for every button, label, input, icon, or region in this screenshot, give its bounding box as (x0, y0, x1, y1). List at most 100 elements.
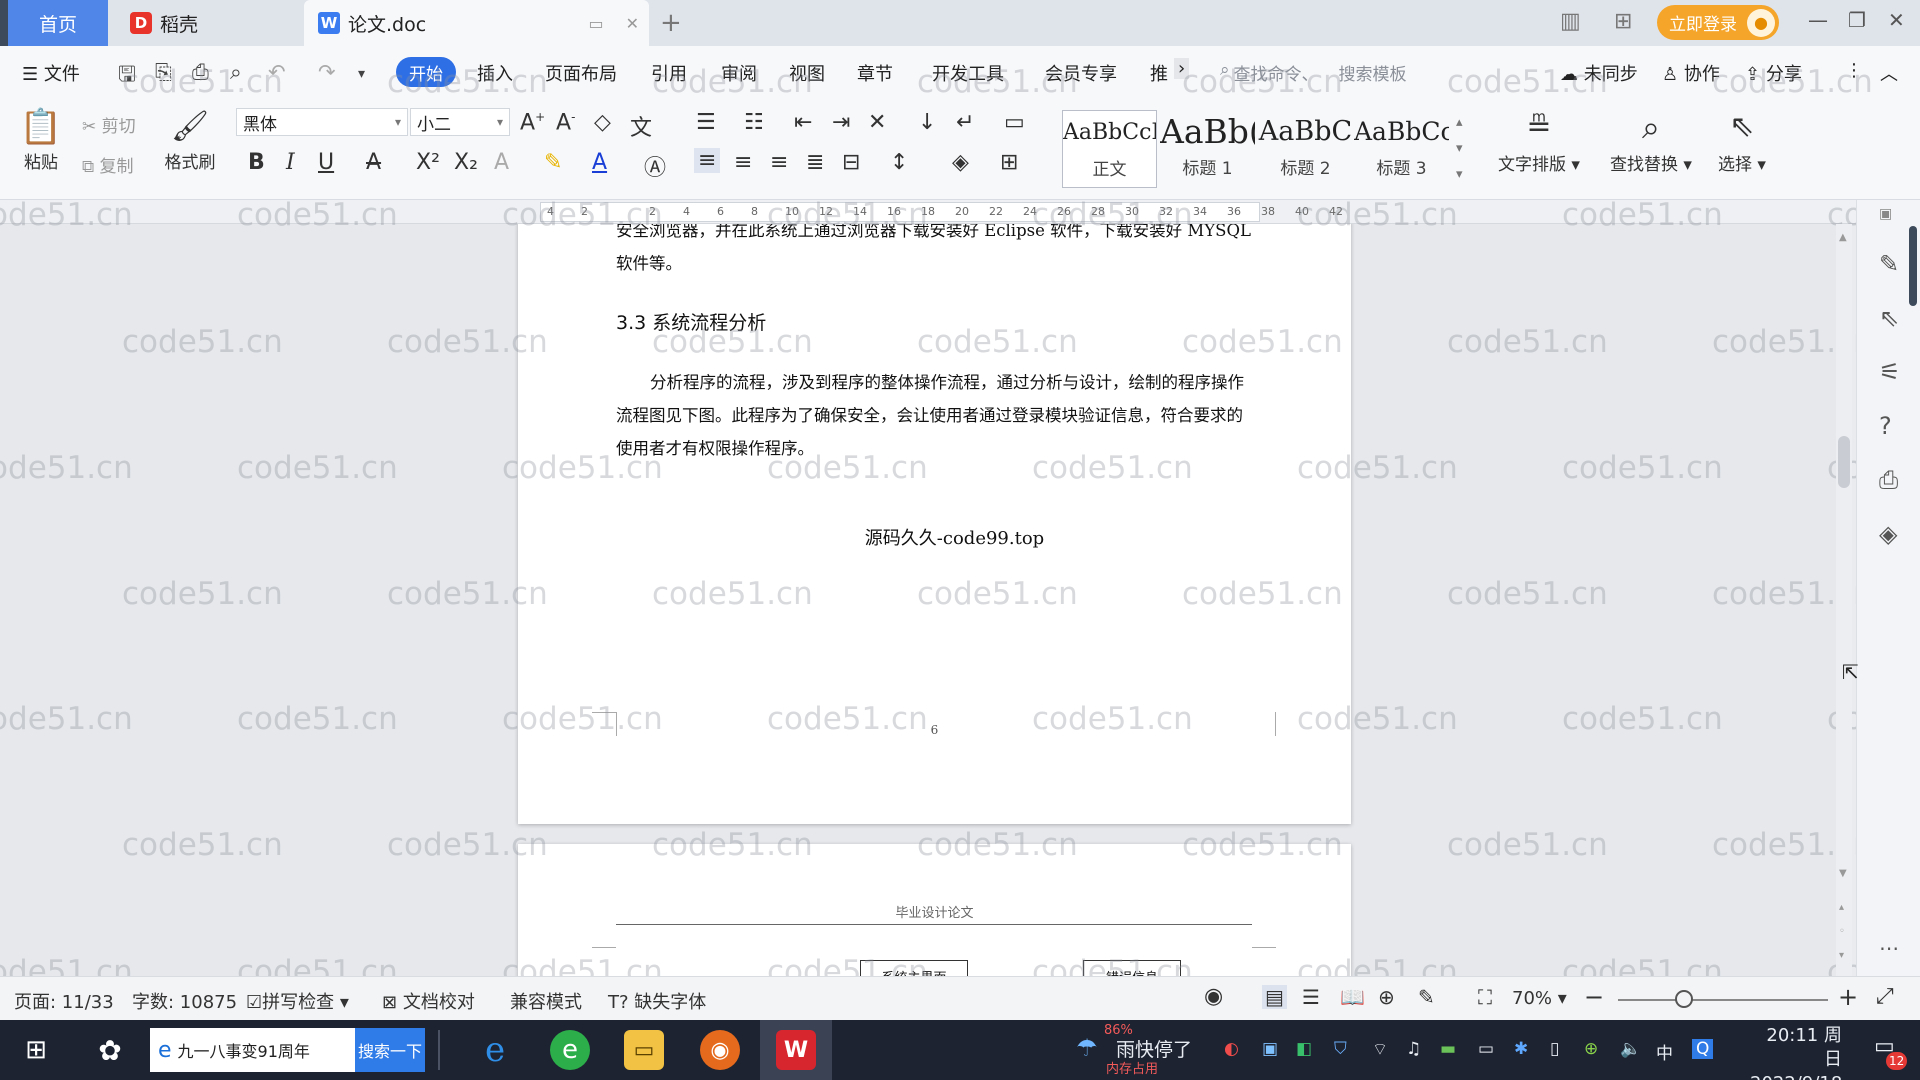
more-options-icon[interactable]: ⋮ (1845, 60, 1863, 81)
tray-app-icon[interactable]: ◧ (1296, 1039, 1312, 1059)
share-button[interactable]: ⇪ 分享 (1745, 60, 1802, 86)
minimize-icon[interactable]: — (1808, 8, 1828, 32)
pointer-icon[interactable]: ⇖ (1879, 304, 1899, 332)
scrollbar-thumb[interactable] (1838, 436, 1850, 488)
scroll-up-icon[interactable]: ▲ (1839, 232, 1847, 243)
web-view-icon[interactable]: ⊕ (1378, 985, 1395, 1009)
clock[interactable]: 20:11 周日 2022/9/18 (1750, 1024, 1842, 1080)
spell-check-button[interactable]: ☑拼写检查 ▾ (246, 988, 349, 1014)
select-button[interactable]: ⇖ 选择 ▾ (1712, 104, 1772, 175)
collapse-ribbon-icon[interactable]: ︿ (1880, 60, 1898, 86)
app-launcher-icon[interactable]: ✿ (90, 1030, 130, 1070)
menu-recommend[interactable]: 推 (1150, 60, 1168, 86)
paste-button[interactable]: 📋 粘贴 (16, 106, 66, 173)
ime-indicator[interactable]: 中 (1656, 1039, 1673, 1064)
zoom-slider-handle[interactable] (1675, 990, 1693, 1008)
zoom-slider[interactable] (1618, 999, 1828, 1001)
more-icon[interactable]: ⋯ (1879, 936, 1899, 960)
text-layout-button[interactable]: ≞ 文字排版 ▾ (1494, 104, 1584, 175)
restore-icon[interactable]: ❐ (1848, 8, 1866, 32)
format-painter-button[interactable]: 🖌 格式刷 (162, 106, 218, 173)
bluetooth-icon[interactable]: ✱ (1514, 1039, 1528, 1059)
search-go-button[interactable]: 搜索一下 (355, 1028, 425, 1072)
align-center-icon[interactable]: ≡ (734, 150, 752, 175)
subscript-icon[interactable]: X₂ (454, 150, 478, 175)
chinese-layout-icon[interactable]: ✕ (868, 110, 886, 135)
menu-chapter[interactable]: 章节 (857, 60, 893, 86)
menu-more-chevron-icon[interactable]: › (1174, 58, 1190, 79)
distribute-icon[interactable]: ⊟ (842, 150, 860, 175)
wifi-icon[interactable]: ⌔ (1372, 1039, 1388, 1060)
customize-chevron-icon[interactable]: ▾ (358, 66, 365, 82)
outline-view-icon[interactable]: ☰ (1302, 985, 1320, 1009)
document-page[interactable]: 毕业设计论文 系统主界面 错误信息 (518, 844, 1351, 976)
menu-start[interactable]: 开始 (396, 57, 456, 87)
page-nav-icon[interactable]: ▴ ◦ ▾ (1839, 896, 1845, 968)
tab-document[interactable]: W 论文.doc ▭ ✕ (304, 0, 649, 46)
bullet-list-icon[interactable]: ☰ (696, 110, 716, 135)
new-tab-icon[interactable]: + (660, 8, 682, 38)
borders-icon[interactable]: ⊞ (1000, 150, 1018, 175)
doc-proof-button[interactable]: ⊠ 文档校对 (382, 988, 475, 1014)
document-page[interactable]: 安全浏览器，并在此系统上通过浏览器下载安装好 Eclipse 软件，下载安装好 … (518, 224, 1351, 824)
windows-start-icon[interactable]: ⊞ (16, 1030, 56, 1070)
page-view-icon[interactable]: ▤ (1262, 985, 1287, 1009)
text-effect-icon[interactable]: A (494, 150, 509, 175)
word-count[interactable]: 字数: 10875 (132, 988, 237, 1014)
wps-app-icon[interactable]: W (776, 1030, 816, 1070)
char-border-icon[interactable]: Ⓐ (644, 150, 666, 182)
pen-icon[interactable]: ✎ (1879, 250, 1899, 278)
font-size-select[interactable]: 小二 ▾ (410, 108, 510, 136)
missing-font-button[interactable]: T? 缺失字体 (608, 988, 706, 1014)
tab-home[interactable]: 首页 (8, 0, 108, 46)
menu-member[interactable]: 会员专享 (1045, 60, 1117, 86)
ie-browser-icon[interactable]: e (475, 1030, 515, 1070)
bell-icon[interactable]: ♫ (1406, 1039, 1421, 1059)
document-canvas[interactable]: 安全浏览器，并在此系统上通过浏览器下载安装好 Eclipse 软件，下载安装好 … (0, 224, 1836, 976)
underline-icon[interactable]: U (318, 150, 334, 175)
eye-protect-icon[interactable]: ◉ (1204, 984, 1223, 1009)
font-color-icon[interactable]: A (592, 150, 607, 175)
style-scroll-icon[interactable]: ▴ ▾ ▾ (1456, 110, 1463, 188)
reading-view-icon[interactable]: 📖 (1340, 985, 1365, 1009)
undo-icon[interactable]: ↶ (268, 60, 286, 84)
tab-daoke[interactable]: D 稻壳 (110, 0, 300, 46)
decrease-indent-icon[interactable]: ⇤ (794, 110, 812, 135)
network-icon[interactable]: ⊕ (1584, 1039, 1598, 1059)
close-tab-icon[interactable]: ✕ (626, 14, 639, 33)
monitor-icon[interactable]: ▭ (588, 14, 603, 33)
tray-app-icon[interactable]: ◐ (1224, 1039, 1239, 1059)
help-icon[interactable]: ? (1879, 412, 1892, 440)
superscript-icon[interactable]: X² (416, 150, 440, 175)
show-marks-icon[interactable]: ↵ (956, 110, 974, 135)
redo-icon[interactable]: ↷ (318, 60, 336, 84)
taskbar-search[interactable]: e 九一八事变91周年 搜索一下 (150, 1028, 425, 1072)
gpu-icon[interactable]: ▬ (1440, 1039, 1456, 1059)
menu-dev-tools[interactable]: 开发工具 (932, 60, 1004, 86)
grid-apps-icon[interactable]: ⊞ (1614, 9, 1632, 34)
line-spacing-icon[interactable]: ↕ (890, 150, 908, 175)
table-ruler-icon[interactable]: ▭ (1004, 110, 1025, 135)
save-icon[interactable]: 🖫 (118, 60, 136, 95)
layout-icon[interactable]: ▥ (1560, 9, 1581, 34)
security-shield-icon[interactable]: ⛉ (1334, 1039, 1347, 1059)
style-normal[interactable]: AaBbCcI 正文 (1062, 110, 1157, 188)
scroll-down-icon[interactable]: ▼ (1839, 868, 1847, 879)
sync-button[interactable]: ☁ 未同步 (1560, 60, 1638, 86)
collab-button[interactable]: ♙ 协作 (1662, 60, 1720, 86)
style-heading-3[interactable]: AaBbCc 标题 3 (1354, 110, 1449, 188)
export-icon[interactable]: ⎘ (155, 60, 172, 85)
shading-icon[interactable]: ◈ (952, 150, 969, 175)
print-icon[interactable]: ⎙ (192, 60, 209, 85)
copy-button[interactable]: ⧉ 复制 (82, 152, 134, 177)
style-heading-2[interactable]: AaBbC 标题 2 (1258, 110, 1353, 188)
align-left-icon[interactable]: ≡ (694, 148, 721, 173)
highlight-icon[interactable]: ✎ (544, 150, 562, 175)
zoom-out-icon[interactable]: − (1584, 983, 1604, 1011)
grow-font-icon[interactable]: A+ (520, 110, 545, 135)
strikethrough-icon[interactable]: A (366, 150, 381, 175)
menu-page-layout[interactable]: 页面布局 (545, 60, 617, 86)
360-browser-icon[interactable]: e (550, 1030, 590, 1070)
media-app-icon[interactable]: ◉ (700, 1030, 740, 1070)
justify-icon[interactable]: ≣ (806, 150, 824, 175)
